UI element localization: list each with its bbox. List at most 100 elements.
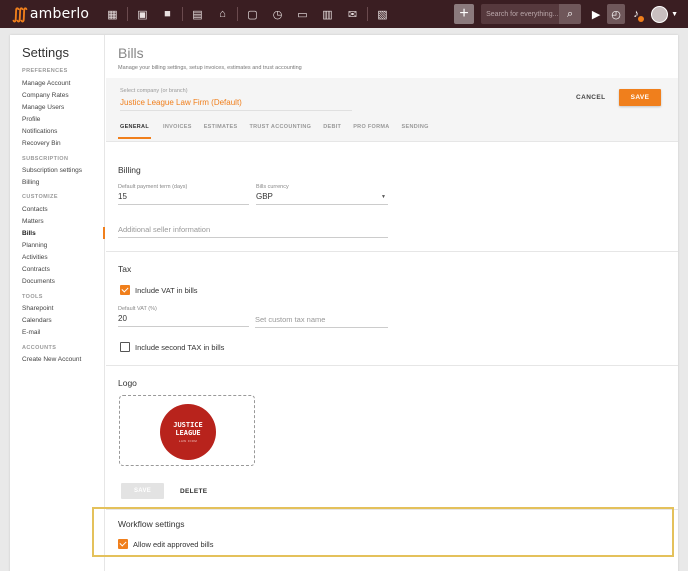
payment-term-label: Default payment term (days)	[118, 184, 188, 190]
sidebar-item-contracts[interactable]: Contracts	[22, 266, 50, 273]
sidebar-item-recovery-bin[interactable]: Recovery Bin	[22, 140, 61, 147]
logo-upload-area[interactable]: JUSTICE LEAGUE LAW FIRM	[119, 395, 255, 466]
sidebar-item-contacts[interactable]: Contacts	[22, 206, 48, 213]
sidebar-item-notifications[interactable]: Notifications	[22, 128, 57, 135]
sidebar-item-profile[interactable]: Profile	[22, 116, 40, 123]
allow-edit-approved-checkbox[interactable]	[118, 539, 128, 549]
logo-section-title: Logo	[118, 378, 137, 388]
bills-settings-main: Bills Manage your billing settings, setu…	[106, 35, 678, 571]
logo-text: amberlo	[29, 6, 90, 22]
notifications-bell-icon[interactable]: ♪	[627, 4, 645, 24]
tax-divider	[106, 365, 678, 366]
sidebar-item-activities[interactable]: Activities	[22, 254, 48, 261]
billing-section-title: Billing	[118, 165, 141, 175]
currency-value: GBP	[256, 192, 273, 201]
search-icon[interactable]: ⌕	[559, 4, 582, 24]
app-logo[interactable]: ∭ amberlo	[12, 5, 96, 23]
chevron-down-icon[interactable]: ▼	[671, 11, 678, 18]
workflow-section-title: Workflow settings	[118, 519, 185, 529]
company-logo-image: JUSTICE LEAGUE LAW FIRM	[160, 404, 216, 460]
settings-card: Settings PREFERENCES Manage Account Comp…	[10, 35, 678, 571]
company-select[interactable]: Justice League Law Firm (Default)	[120, 98, 352, 111]
logo-line-2: LEAGUE	[175, 429, 201, 437]
sidebar-item-planning[interactable]: Planning	[22, 242, 47, 249]
add-new-button[interactable]: +	[454, 4, 475, 24]
tabs-divider	[106, 141, 678, 142]
nav-separator	[367, 7, 368, 21]
sidebar-item-manage-account[interactable]: Manage Account	[22, 80, 70, 87]
logo-line-3: LAW FIRM	[178, 439, 198, 443]
tab-sending[interactable]: SENDING	[402, 124, 429, 139]
chevron-down-icon: ▼	[381, 194, 386, 200]
contacts-icon[interactable]: ▣	[130, 0, 155, 28]
default-vat-input[interactable]: 20	[118, 314, 249, 327]
currency-label: Bills currency	[256, 184, 289, 190]
tab-debit[interactable]: DEBIT	[323, 124, 341, 139]
sidebar-title: Settings	[22, 45, 69, 60]
tax-section-title: Tax	[118, 264, 132, 274]
timer-icon[interactable]: ◴	[607, 4, 626, 24]
nav-separator	[237, 7, 238, 21]
notification-badge	[638, 16, 645, 22]
dashboard-icon[interactable]: ▦	[100, 0, 125, 28]
settings-tabs: GENERAL INVOICES ESTIMATES TRUST ACCOUNT…	[118, 124, 441, 139]
sidebar-item-bills[interactable]: Bills	[22, 230, 36, 237]
search-input[interactable]: Search for everything...	[481, 4, 560, 24]
include-vat-label: Include VAT in bills	[135, 286, 198, 295]
bills-icon[interactable]: ▤	[185, 0, 210, 28]
nav-separator	[127, 7, 128, 21]
tab-invoices[interactable]: INVOICES	[163, 124, 192, 139]
document-icon[interactable]: ▥	[315, 0, 340, 28]
sidebar-item-manage-users[interactable]: Manage Users	[22, 104, 64, 111]
logo-divider	[106, 509, 678, 510]
custom-tax-name-input[interactable]: Set custom tax name	[255, 315, 388, 328]
logo-delete-button[interactable]: DELETE	[180, 488, 207, 495]
include-vat-checkbox[interactable]	[120, 285, 130, 295]
user-avatar[interactable]	[651, 5, 669, 23]
sidebar-item-calendars[interactable]: Calendars	[22, 317, 52, 324]
page-title: Bills	[118, 45, 144, 61]
matters-briefcase-icon[interactable]: ■	[155, 0, 180, 28]
currency-select[interactable]: GBP ▼	[256, 192, 388, 205]
activities-icon[interactable]: ◷	[265, 0, 290, 28]
cancel-button[interactable]: CANCEL	[576, 94, 605, 101]
page-subtitle: Manage your billing settings, setup invo…	[118, 65, 302, 71]
sidebar-active-indicator	[103, 227, 105, 239]
sidebar-item-subscription-settings[interactable]: Subscription settings	[22, 167, 82, 174]
save-button[interactable]: SAVE	[619, 89, 661, 106]
sidebar-item-matters[interactable]: Matters	[22, 218, 44, 225]
calendar-icon[interactable]: ▢	[240, 0, 265, 28]
main-nav: ▦ ▣ ■ ▤ ⌂ ▢ ◷ ▭ ▥ ✉ ▧	[100, 0, 395, 28]
tab-estimates[interactable]: ESTIMATES	[204, 124, 238, 139]
sidebar-item-email[interactable]: E-mail	[22, 329, 40, 336]
sidebar-item-documents[interactable]: Documents	[22, 278, 55, 285]
logo-line-1: JUSTICE	[173, 421, 203, 429]
tab-pro-forma[interactable]: PRO FORMA	[353, 124, 389, 139]
company-select-label: Select company (or branch)	[120, 88, 188, 94]
seller-info-input[interactable]: Additional seller information	[118, 225, 388, 238]
email-icon[interactable]: ✉	[340, 0, 365, 28]
default-vat-label: Default VAT (%)	[118, 306, 157, 312]
sidebar-section-accounts: ACCOUNTS	[22, 345, 57, 351]
sidebar-item-billing[interactable]: Billing	[22, 179, 39, 186]
reports-icon[interactable]: ▧	[370, 0, 395, 28]
tab-trust-accounting[interactable]: TRUST ACCOUNTING	[249, 124, 311, 139]
sidebar-section-subscription: SUBSCRIPTION	[22, 156, 69, 162]
sidebar-section-customize: CUSTOMIZE	[22, 194, 58, 200]
sidebar-item-create-new-account[interactable]: Create New Account	[22, 356, 81, 363]
folder-icon[interactable]: ▭	[290, 0, 315, 28]
payment-term-input[interactable]: 15	[118, 192, 249, 205]
top-bar: ∭ amberlo ▦ ▣ ■ ▤ ⌂ ▢ ◷ ▭ ▥ ✉ ▧ + Search…	[0, 0, 688, 28]
sidebar-section-tools: TOOLS	[22, 294, 43, 300]
second-tax-checkbox[interactable]	[120, 342, 130, 352]
play-icon[interactable]: ▶	[587, 4, 605, 24]
bank-icon[interactable]: ⌂	[210, 0, 235, 28]
second-tax-label: Include second TAX in bills	[135, 343, 225, 352]
settings-sidebar: Settings PREFERENCES Manage Account Comp…	[10, 35, 105, 571]
logo-save-button[interactable]: SAVE	[121, 483, 164, 499]
amberlo-logo-icon: ∭	[12, 6, 28, 23]
sidebar-item-sharepoint[interactable]: Sharepoint	[22, 305, 53, 312]
tab-general[interactable]: GENERAL	[118, 124, 151, 139]
sidebar-item-company-rates[interactable]: Company Rates	[22, 92, 69, 99]
nav-separator	[182, 7, 183, 21]
